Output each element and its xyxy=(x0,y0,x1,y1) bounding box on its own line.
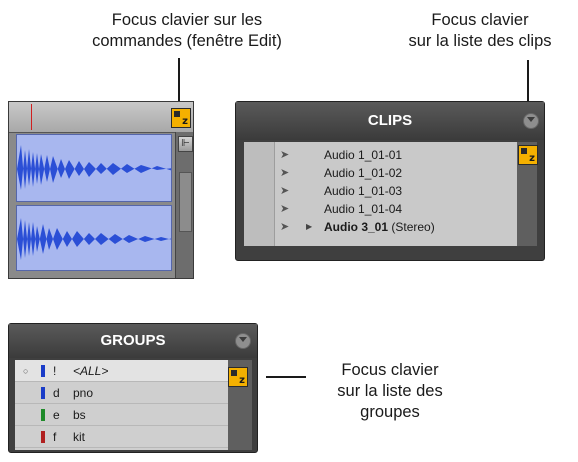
group-name: <ALL> xyxy=(73,364,109,378)
group-row[interactable]: d pno xyxy=(15,382,228,404)
zoom-slider[interactable] xyxy=(179,172,192,232)
clip-name: Audio 1_01-01 xyxy=(324,148,403,162)
group-row[interactable]: f kit xyxy=(15,426,228,448)
disclosure-triangle-icon[interactable]: ▶ xyxy=(306,218,312,236)
group-key: d xyxy=(53,386,60,400)
pin-icon: ➤ xyxy=(280,149,290,161)
clip-list-item[interactable]: ➤ Audio 1_01-03 xyxy=(274,182,517,200)
group-row[interactable]: ○ ! <ALL> xyxy=(15,360,228,382)
zoom-controls: ⊩ xyxy=(175,132,193,278)
clip-list-item[interactable]: ➤ Audio 1_01-02 xyxy=(274,164,517,182)
group-color-swatch xyxy=(41,365,45,377)
zoom-in-button[interactable]: ⊩ xyxy=(178,136,193,152)
clip-suffix: (Stereo) xyxy=(388,220,435,234)
clip-name: Audio 1_01-04 xyxy=(324,202,403,216)
audio-clip-track-1[interactable] xyxy=(16,134,172,202)
waveform-track-1 xyxy=(17,145,171,190)
pin-icon: ➤ xyxy=(280,221,290,233)
active-dot-icon: ○ xyxy=(23,366,29,376)
group-key: e xyxy=(53,408,60,422)
group-key: ! xyxy=(53,364,57,378)
clip-name-bold: Audio 3_01 xyxy=(324,220,389,234)
playhead-cursor[interactable] xyxy=(31,104,32,130)
focus-badge-groups: z xyxy=(228,367,248,387)
audio-clip-track-2[interactable] xyxy=(16,205,172,271)
chevron-down-icon xyxy=(527,117,535,122)
edit-window: ⊩ xyxy=(8,101,194,279)
waveform-track-2 xyxy=(17,218,171,260)
focus-badge-clips: z xyxy=(518,145,538,165)
timeline-ruler[interactable] xyxy=(9,102,193,133)
clips-gutter xyxy=(244,142,275,246)
clip-list-item[interactable]: ➤ ▶ Audio 3_01 (Stereo) xyxy=(274,218,517,236)
groups-list: ○ ! <ALL> d pno e bs f kit xyxy=(15,360,228,450)
group-name: bs xyxy=(73,408,86,422)
chevron-down-icon xyxy=(239,337,247,342)
callout-groups-line3: groupes xyxy=(360,403,420,421)
groups-menu-button[interactable] xyxy=(235,333,251,349)
groups-panel-title: GROUPS xyxy=(9,324,257,358)
callout-clips-line2: sur la liste des clips xyxy=(408,32,552,50)
focus-badge-edit: z xyxy=(171,108,191,128)
focus-badge-groups-label: z xyxy=(239,375,245,386)
clips-panel: CLIPS ➤ Audio 1_01-01 ➤ Audio 1_01-02 ➤ … xyxy=(235,101,545,261)
clip-list-item[interactable]: ➤ Audio 1_01-01 xyxy=(274,146,517,164)
group-name: pno xyxy=(73,386,94,400)
pin-icon: ➤ xyxy=(280,185,290,197)
zoom-in-icon: ⊩ xyxy=(181,138,190,149)
callout-edit-focus: Focus clavier sur les commandes (fenêtre… xyxy=(82,10,292,52)
callout-groups-line1: Focus clavier xyxy=(341,361,439,379)
group-row[interactable]: e bs xyxy=(15,404,228,426)
clips-list: ➤ Audio 1_01-01 ➤ Audio 1_01-02 ➤ Audio … xyxy=(244,142,517,246)
clips-menu-button[interactable] xyxy=(523,113,539,129)
group-key: f xyxy=(53,430,57,444)
callout-clips-line1: Focus clavier xyxy=(431,11,529,29)
callout-edit-line1: Focus clavier sur les xyxy=(111,11,263,29)
group-color-swatch xyxy=(41,431,45,443)
callout-edit-line2: commandes (fenêtre Edit) xyxy=(92,32,282,50)
focus-badge-clips-label: z xyxy=(529,153,535,164)
clip-name: Audio 3_01 (Stereo) xyxy=(324,218,435,236)
group-color-swatch xyxy=(41,387,45,399)
callout-groups-focus: Focus clavier sur la liste des groupes xyxy=(310,360,470,423)
focus-badge-edit-label: z xyxy=(182,116,188,127)
leader-line-groups xyxy=(266,376,306,378)
callout-groups-line2: sur la liste des xyxy=(337,382,443,400)
group-color-swatch xyxy=(41,409,45,421)
group-name: kit xyxy=(73,430,85,444)
clips-panel-title: CLIPS xyxy=(236,102,544,140)
clip-name: Audio 1_01-02 xyxy=(324,166,403,180)
groups-panel: GROUPS ○ ! <ALL> d pno e bs f kit xyxy=(8,323,258,453)
clip-name: Audio 1_01-03 xyxy=(324,184,403,198)
pin-icon: ➤ xyxy=(280,203,290,215)
callout-clips-focus: Focus clavier sur la liste des clips xyxy=(382,10,578,52)
pin-icon: ➤ xyxy=(280,167,290,179)
clip-list-item[interactable]: ➤ Audio 1_01-04 xyxy=(274,200,517,218)
